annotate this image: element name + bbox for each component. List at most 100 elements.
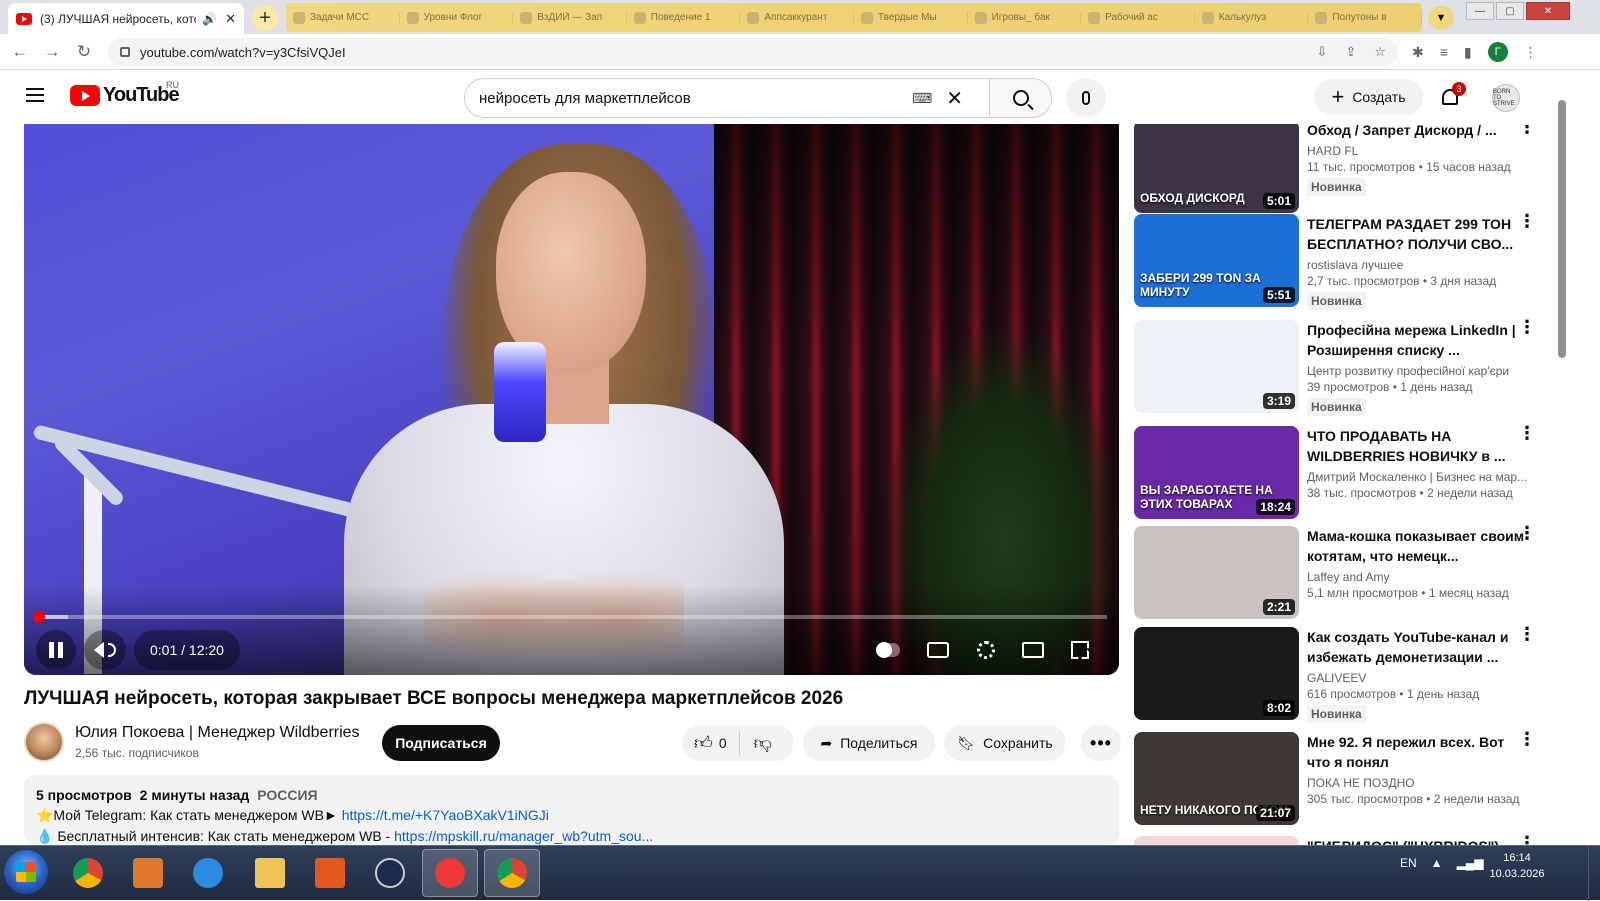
- taskbar-ms-office[interactable]: [302, 849, 358, 897]
- related-video-card[interactable]: ВЫ ЗАРАБОТАЕТЕ НА ЭТИХ ТОВАРАХ 18:24 ЧТО П…: [1134, 424, 1554, 522]
- related-video-title[interactable]: "ГИБРИДОС" ("HYBRIDOS")...: [1307, 836, 1529, 845]
- video-thumbnail[interactable]: ОБХОД ДИСКОРД 5:01: [1134, 124, 1299, 213]
- related-video-card[interactable]: "ГИБРИДОС" ("HYBRIDOS")...⋮: [1134, 834, 1554, 845]
- tab-inactive[interactable]: ВзДИЙ — Зап: [513, 11, 627, 24]
- clock[interactable]: 16:14 10.03.2026: [1486, 850, 1548, 882]
- search-input[interactable]: нейросеть для маркетплейсов ⌨ ✕: [465, 79, 989, 117]
- related-video-channel[interactable]: Дмитрий Москаленко | Бизнес на мар...: [1307, 470, 1529, 484]
- autoplay-toggle[interactable]: [874, 636, 902, 664]
- language-indicator[interactable]: EN: [1400, 856, 1417, 870]
- related-video-channel[interactable]: ПОКА НЕ ПОЗДНО: [1307, 776, 1529, 790]
- tab-inactive[interactable]: Поведение 1: [627, 11, 741, 24]
- scrollbar-thumb[interactable]: [1558, 100, 1566, 358]
- omnibox[interactable]: youtube.com/watch?v=y3CfsiVQJeI ⇩ ⇪ ☆: [108, 38, 1398, 66]
- fullscreen-button[interactable]: [1066, 636, 1094, 664]
- tab-inactive[interactable]: Калькулуэ: [1195, 11, 1309, 24]
- telegram-link[interactable]: https://t.me/+K7YaoBXakV1iNGJi: [342, 807, 549, 823]
- search-button[interactable]: [989, 79, 1051, 117]
- description-box[interactable]: 5 просмотров 2 минуты назад РОССИЯ ⭐Мой …: [24, 775, 1119, 845]
- video-thumbnail[interactable]: 2:21: [1134, 526, 1299, 619]
- related-video-channel[interactable]: GALIVEEV: [1307, 671, 1529, 685]
- settings-button[interactable]: [972, 636, 1000, 664]
- more-options-icon[interactable]: ⋮: [1518, 212, 1536, 230]
- taskbar-chrome-active[interactable]: [484, 849, 540, 897]
- related-video-title[interactable]: Обход / Запрет Дискорд / ...: [1307, 124, 1529, 140]
- tab-inactive[interactable]: Рабочий ас: [1081, 11, 1195, 24]
- more-actions-button[interactable]: •••: [1081, 725, 1121, 761]
- share-button[interactable]: ➦ Поделиться: [803, 725, 935, 761]
- save-button[interactable]: 🔖︎ Сохранить: [944, 725, 1066, 761]
- tab-search-button[interactable]: ▼: [1428, 6, 1454, 30]
- related-video-title[interactable]: Мама-кошка показывает своим котятам, что…: [1307, 526, 1529, 566]
- account-avatar[interactable]: BORN TO STRIVE: [1492, 84, 1520, 112]
- like-button[interactable]: 👍︎ 0: [682, 731, 740, 755]
- start-button[interactable]: [4, 850, 48, 894]
- youtube-logo[interactable]: YouTube RU: [70, 80, 180, 107]
- more-options-icon[interactable]: ⋮: [1518, 524, 1536, 542]
- related-video-channel[interactable]: rostislava лучшее: [1307, 258, 1529, 272]
- tab-inactive[interactable]: Задачи МСС: [286, 11, 400, 24]
- tab-inactive[interactable]: Аппсаккурант: [740, 11, 854, 24]
- clear-search-icon[interactable]: ✕: [946, 86, 963, 111]
- side-panel-icon[interactable]: ▮: [1464, 44, 1472, 61]
- tab-inactive[interactable]: Твердые Мы: [854, 11, 968, 24]
- related-video-card[interactable]: ОБХОД ДИСКОРД 5:01 Обход / Запрет Дискорд …: [1134, 124, 1554, 216]
- url-text[interactable]: youtube.com/watch?v=y3CfsiVQJeI: [140, 45, 1317, 60]
- subtitles-button[interactable]: [924, 636, 952, 664]
- video-player[interactable]: 0:01 / 12:20: [24, 124, 1119, 675]
- more-options-icon[interactable]: ⋮: [1518, 625, 1536, 643]
- channel-name[interactable]: Юлия Покоева | Менеджер Wildberries: [75, 724, 360, 742]
- forward-button[interactable]: →: [40, 40, 64, 64]
- menu-icon[interactable]: [26, 88, 44, 102]
- create-button[interactable]: + Создать: [1314, 79, 1423, 115]
- video-thumbnail[interactable]: ЗАБЕРИ 299 TON ЗА МИНУТУ 5:51: [1134, 214, 1299, 307]
- related-video-title[interactable]: ЧТО ПРОДАВАТЬ НА WILDBERRIES НОВИЧКУ в .…: [1307, 426, 1529, 466]
- share-icon[interactable]: ⇪: [1345, 44, 1356, 60]
- related-video-channel[interactable]: Laffey and Amy: [1307, 570, 1529, 584]
- video-thumbnail[interactable]: 3:19: [1134, 320, 1299, 413]
- video-thumbnail[interactable]: 8:02: [1134, 627, 1299, 720]
- more-options-icon[interactable]: ⋮: [1518, 124, 1536, 136]
- channel-avatar[interactable]: [24, 722, 64, 762]
- related-video-title[interactable]: Професійна мережа LinkedIn | Розширення …: [1307, 320, 1529, 360]
- taskbar-media-player[interactable]: [120, 849, 176, 897]
- related-video-card[interactable]: 3:19 Професійна мережа LinkedIn | Розшире…: [1134, 318, 1554, 416]
- theater-mode-button[interactable]: [1019, 636, 1047, 664]
- maximize-button[interactable]: ▢: [1496, 2, 1524, 20]
- reload-button[interactable]: ↻: [72, 40, 96, 64]
- tab-inactive[interactable]: Уровни Флог: [400, 11, 514, 24]
- pause-button[interactable]: [36, 630, 76, 670]
- video-thumbnail[interactable]: ВЫ ЗАРАБОТАЕТЕ НА ЭТИХ ТОВАРАХ 18:24: [1134, 426, 1299, 519]
- video-thumbnail[interactable]: [1134, 836, 1299, 845]
- more-options-icon[interactable]: ⋮: [1518, 730, 1536, 748]
- lock-icon[interactable]: [120, 47, 130, 57]
- taskbar-vivaldi[interactable]: [422, 849, 478, 897]
- minimize-button[interactable]: —: [1466, 2, 1494, 20]
- video-thumbnail[interactable]: НЕТУ НИКАКОГО ПОТОМ 21:07: [1134, 732, 1299, 825]
- show-desktop-button[interactable]: [1588, 846, 1600, 901]
- related-video-card[interactable]: ЗАБЕРИ 299 TON ЗА МИНУТУ 5:51 ТЕЛЕГРАМ РАЗ…: [1134, 212, 1554, 310]
- back-button[interactable]: ←: [8, 40, 32, 64]
- dislike-button[interactable]: 👎︎: [740, 732, 786, 754]
- new-tab-button[interactable]: +: [252, 5, 278, 31]
- media-control-icon[interactable]: ≡: [1440, 44, 1448, 60]
- related-video-channel[interactable]: HARD FL: [1307, 144, 1529, 158]
- extensions-icon[interactable]: ✱: [1412, 44, 1424, 61]
- voice-search-button[interactable]: [1066, 78, 1106, 118]
- profile-avatar[interactable]: Г: [1487, 42, 1508, 62]
- notifications-button[interactable]: 3: [1436, 82, 1466, 111]
- taskbar-hp[interactable]: [362, 849, 418, 897]
- tray-expand-icon[interactable]: ▲: [1431, 856, 1443, 870]
- speaker-icon[interactable]: 🔊: [202, 12, 217, 26]
- browser-menu-icon[interactable]: ⋮: [1524, 44, 1538, 61]
- keyboard-icon[interactable]: ⌨: [912, 90, 932, 107]
- scrubber-handle[interactable]: [33, 611, 46, 623]
- more-options-icon[interactable]: ⋮: [1518, 424, 1536, 442]
- network-icon[interactable]: ▂▄▆: [1457, 856, 1484, 870]
- tab-inactive[interactable]: Полутоны в: [1308, 11, 1422, 24]
- intensive-link[interactable]: https://mpskill.ru/manager_wb?utm_sou...: [394, 828, 653, 844]
- related-video-title[interactable]: Мне 92. Я пережил всех. Вот что я понял: [1307, 732, 1529, 772]
- page-scrollbar[interactable]: [1556, 70, 1568, 845]
- tab-inactive[interactable]: Игровы_ бак: [968, 11, 1082, 24]
- tab-close-icon[interactable]: ✕: [225, 11, 236, 27]
